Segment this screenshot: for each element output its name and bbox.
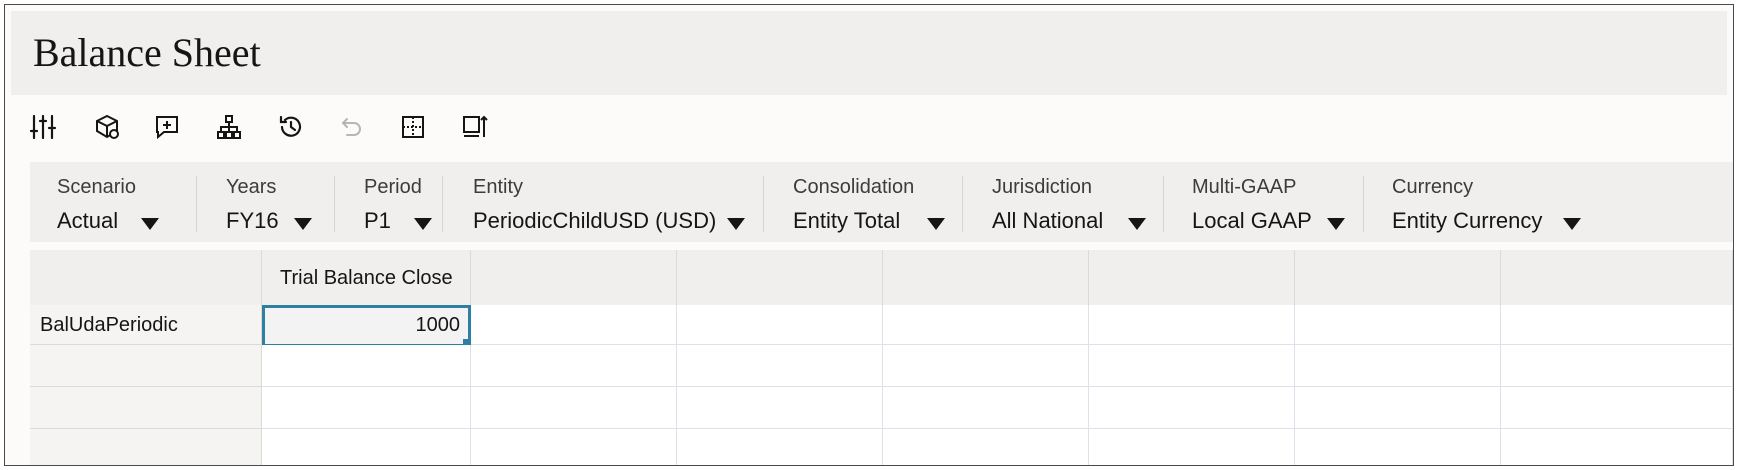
pov-value: Entity Total <box>793 208 901 233</box>
pov-value: FY16 <box>226 208 279 233</box>
grid-cell[interactable] <box>1295 305 1501 345</box>
grid-cell[interactable] <box>471 429 677 465</box>
pov-label: Multi-GAAP <box>1192 176 1297 198</box>
row-header[interactable] <box>30 387 262 429</box>
pov-label: Scenario <box>57 176 136 198</box>
pov-value: Entity Currency <box>1392 208 1543 233</box>
grid-cell[interactable] <box>471 387 677 429</box>
grid-cell[interactable] <box>262 387 471 429</box>
column-header-label: Trial Balance Close <box>280 267 453 289</box>
row-header[interactable] <box>30 345 262 387</box>
grid-cell[interactable] <box>262 345 471 387</box>
pov-consolidation[interactable]: Consolidation Entity Total <box>793 162 973 242</box>
divider <box>442 176 443 232</box>
divider <box>1163 176 1164 232</box>
grid-cell[interactable] <box>471 305 677 345</box>
grid-cell[interactable] <box>1295 345 1501 387</box>
grid-cell[interactable] <box>1295 429 1501 465</box>
grid-cell[interactable] <box>883 305 1089 345</box>
grid-cell[interactable] <box>1501 387 1733 429</box>
adjust-sliders-icon[interactable] <box>23 107 63 147</box>
pov-scenario[interactable]: Scenario Actual <box>57 162 197 242</box>
pov-value: All National <box>992 208 1104 233</box>
pov-value: Actual <box>57 208 119 233</box>
add-comment-icon[interactable] <box>147 107 187 147</box>
grid-cell[interactable] <box>471 345 677 387</box>
grid-cell-selected[interactable]: 1000 <box>262 305 471 347</box>
chevron-down-icon[interactable] <box>1128 218 1146 230</box>
grid-cell[interactable] <box>262 429 471 465</box>
grid-cell[interactable] <box>883 387 1089 429</box>
grid-cell[interactable] <box>1501 305 1733 345</box>
app-frame: Balance Sheet Scenario Actual Years FY16… <box>4 4 1734 466</box>
pov-jurisdiction[interactable]: Jurisdiction All National <box>992 162 1172 242</box>
pov-label: Jurisdiction <box>992 176 1093 198</box>
sort-export-icon[interactable] <box>455 107 495 147</box>
chevron-down-icon[interactable] <box>141 218 159 230</box>
grid-cell[interactable] <box>1089 345 1295 387</box>
pov-multi-gaap[interactable]: Multi-GAAP Local GAAP <box>1192 162 1372 242</box>
pov-currency[interactable]: Currency Entity Currency <box>1392 162 1592 242</box>
row-header[interactable] <box>30 429 262 465</box>
grid-cell[interactable] <box>883 345 1089 387</box>
grid-cell[interactable] <box>677 345 883 387</box>
pov-bar: Scenario Actual Years FY16 Period P1 Ent… <box>30 162 1733 242</box>
pov-label: Currency <box>1392 176 1474 198</box>
divider <box>1363 176 1364 232</box>
grid-cell[interactable] <box>677 429 883 465</box>
chevron-down-icon[interactable] <box>414 218 432 230</box>
grid-cell[interactable] <box>1089 387 1295 429</box>
grid-cell[interactable] <box>883 429 1089 465</box>
pov-entity[interactable]: Entity PeriodicChildUSD (USD) <box>473 162 773 242</box>
grid-cell[interactable] <box>1089 429 1295 465</box>
grid-cell[interactable] <box>677 387 883 429</box>
data-grid: Trial Balance Close BalUdaPeriodic 1000 <box>30 250 1733 465</box>
divider <box>196 176 197 232</box>
undo-icon[interactable] <box>331 107 371 147</box>
row-header[interactable]: BalUdaPeriodic <box>30 305 262 345</box>
pov-label: Entity <box>473 176 524 198</box>
pov-label: Years <box>226 176 277 198</box>
grid-cell[interactable] <box>1089 305 1295 345</box>
chevron-down-icon[interactable] <box>1563 218 1581 230</box>
grid-cell[interactable] <box>1501 429 1733 465</box>
divider <box>763 176 764 232</box>
pov-value: Local GAAP <box>1192 208 1312 233</box>
pov-years[interactable]: Years FY16 <box>226 162 336 242</box>
pov-label: Consolidation <box>793 176 915 198</box>
cube-refresh-icon[interactable] <box>87 107 127 147</box>
row-header-label: BalUdaPeriodic <box>40 314 178 336</box>
pov-value: P1 <box>364 208 391 233</box>
pov-period[interactable]: Period P1 <box>364 162 444 242</box>
grid-cell[interactable] <box>1295 387 1501 429</box>
chevron-down-icon[interactable] <box>1327 218 1345 230</box>
history-icon[interactable] <box>271 107 311 147</box>
divider <box>334 176 335 232</box>
chevron-down-icon[interactable] <box>727 218 745 230</box>
chevron-down-icon[interactable] <box>927 218 945 230</box>
pov-label: Period <box>364 176 422 198</box>
divider <box>962 176 963 232</box>
page-title: Balance Sheet <box>33 30 261 75</box>
hierarchy-icon[interactable] <box>209 107 249 147</box>
grid-cell[interactable] <box>677 305 883 345</box>
grid-select-icon[interactable] <box>393 107 433 147</box>
grid-cell[interactable] <box>1501 345 1733 387</box>
title-bar: Balance Sheet <box>11 11 1727 95</box>
chevron-down-icon[interactable] <box>294 218 312 230</box>
cell-value: 1000 <box>415 314 461 336</box>
pov-value: PeriodicChildUSD (USD) <box>473 208 717 233</box>
